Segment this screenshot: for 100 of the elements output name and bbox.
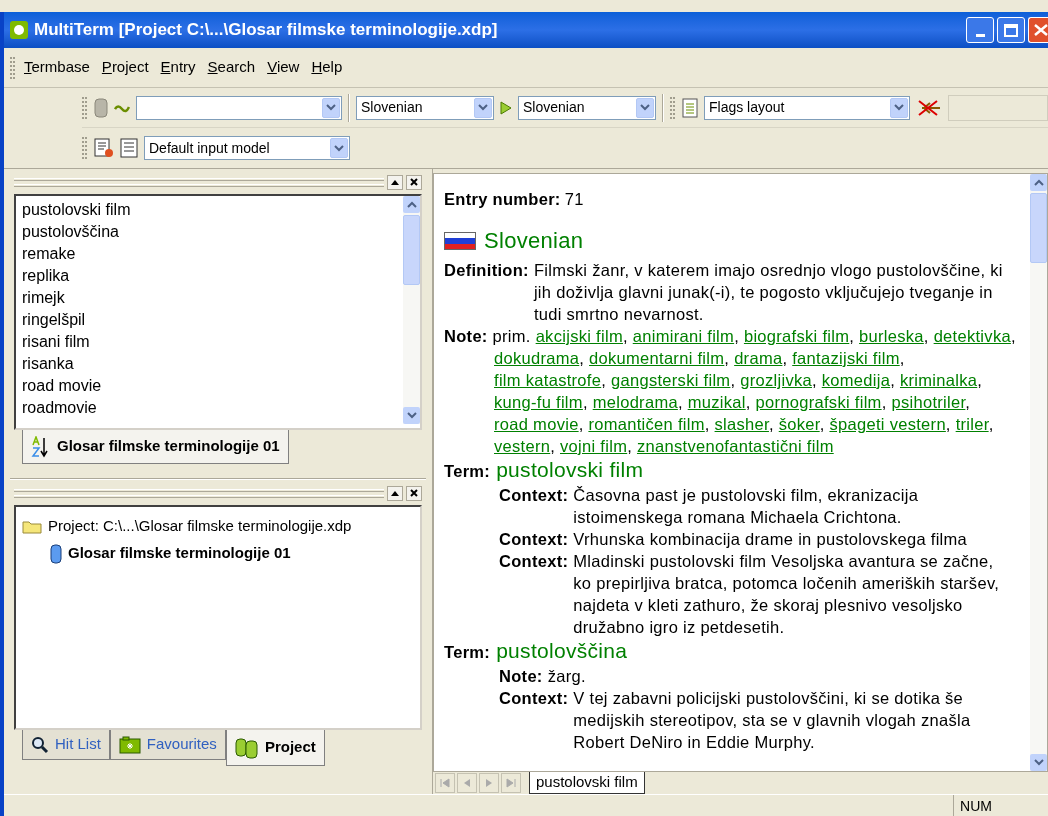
term-list-item[interactable]: risani film [22,330,403,352]
toolbar-grip-icon [10,54,16,81]
field-label: Context: [499,687,570,709]
cross-reference-link[interactable]: vestern [494,437,551,455]
term-list-item[interactable]: remake [22,242,403,264]
term-list-item[interactable]: roadmovie [22,396,403,418]
cross-reference-link[interactable]: šoker [778,415,820,433]
cross-reference-link[interactable]: animirani film [632,327,735,345]
term-list-item[interactable]: road movie [22,374,403,396]
cross-reference-link[interactable]: road movie [494,415,579,433]
cross-reference-link[interactable]: dokudrama [494,349,580,367]
target-language-dropdown[interactable]: Slovenian [518,95,656,120]
close-icon [1033,23,1048,37]
panel-tab[interactable]: Favourites [109,730,226,760]
cross-reference-link[interactable]: psihotriler [891,393,966,411]
scrollbar[interactable] [1030,174,1047,771]
entry-number: 71 [564,190,584,208]
field-label: Context: [499,528,570,550]
close-icon [410,489,418,497]
layout-dropdown[interactable]: Flags layout [704,95,910,120]
scroll-thumb[interactable] [1030,193,1047,263]
maximize-button[interactable] [997,17,1025,43]
menu-item[interactable]: Search [203,56,260,79]
menu-item[interactable]: Termbase [20,56,94,79]
field-text: žarg. [547,665,587,687]
term-list-item[interactable]: risanka [22,352,403,374]
menu-item[interactable]: Entry [156,56,200,79]
cross-reference-link[interactable]: kung-fu film [494,393,583,411]
term-list-item[interactable]: ringelšpil [22,308,403,330]
entry-number-label: Entry number: [444,190,562,208]
term-list-item[interactable]: rimejk [22,286,403,308]
cross-reference-link[interactable]: dokumentarni film [589,349,725,367]
field-label: Context: [499,484,570,506]
cross-reference-link[interactable]: film katastrofe [494,371,602,389]
scrollbar[interactable] [403,196,420,424]
field-text: Vrhunska kombinacija drame in pustolovskega filma [573,528,969,550]
term-heading: pustolovščina [496,637,628,664]
term-list-item[interactable]: pustolovščina [22,220,403,242]
cross-reference-link[interactable]: burleska [859,327,924,345]
database-icon [94,97,108,118]
cross-reference-link[interactable]: biografski film [743,327,850,345]
tree-item[interactable]: Glosar filmske terminologije 01 [68,542,291,565]
close-button[interactable] [406,485,422,501]
cross-reference-link[interactable]: romantičen film [588,415,705,433]
cross-reference-link[interactable]: triler [955,415,989,433]
collapse-button[interactable] [387,174,403,190]
cross-reference-link[interactable]: pornografski film [755,393,882,411]
panel-tab[interactable]: Hit List [22,730,110,760]
tree-item[interactable]: Project: C:\...\Glosar filmske terminologije.xdp [48,515,352,538]
scroll-up-icon[interactable] [1033,179,1044,186]
field-label: Term: [444,641,491,663]
num-lock-indicator: NUM [953,795,998,816]
termbase-tab[interactable]: Glosar filmske terminologije 01 [22,430,289,464]
field-text: Mladinski pustolovski film Vesoljska avantura se začne, ko prepirljiva bratca, potomca ločenih ameriških staršev, najdeta v kleti zathuro, že skoraj plesnivo vesoljsko družabno igro iz petdesetih. [573,550,1001,638]
cross-reference-link[interactable]: drama [734,349,783,367]
cross-reference-link[interactable]: vojni film [560,437,628,455]
edit-document-icon[interactable] [94,138,114,158]
cross-reference-link[interactable]: fantazijski film [792,349,900,367]
first-arrow-icon [440,778,450,788]
play-icon[interactable] [500,100,512,115]
input-model-dropdown[interactable]: Default input model [144,136,350,160]
cross-reference-link[interactable]: detektivka [933,327,1011,345]
source-language-dropdown[interactable]: Slovenian [356,95,494,120]
scroll-down-icon[interactable] [406,412,417,419]
cross-reference-link[interactable]: gangsterski film [611,371,731,389]
menu-item[interactable]: Project [97,56,153,79]
cross-reference-link[interactable]: slasher [714,415,769,433]
scroll-up-icon[interactable] [406,201,417,208]
termbases-icon [234,736,259,759]
document-icon [682,97,698,118]
entry-tab[interactable]: pustolovski film [529,772,645,794]
term-list-item[interactable]: replika [22,264,403,286]
cross-reference-link[interactable]: kriminalka [899,371,978,389]
term-list-item[interactable]: pustolovski film [22,198,403,220]
cross-reference-link[interactable]: akcijski film [535,327,623,345]
menu-item[interactable]: Help [307,56,347,79]
next-arrow-icon [484,778,494,788]
panel-tab[interactable]: Project [225,730,325,766]
wave-icon [114,102,130,113]
cross-reference-link[interactable]: melodrama [592,393,678,411]
cross-reference-link[interactable]: znanstvenofantastični film [636,437,834,455]
search-field[interactable] [136,95,342,120]
minimize-button[interactable] [966,17,994,43]
field-text: Filmski žanr, v katerem imajo osrednjo vlogo pustolovščine, ki jih doživlja glavni junak(-i), te pogosto vključujejo tveganje in tudi smrtno nevarnost. [533,260,1004,325]
field-text: Časovna past je pustolovski film, ekranizacija istoimenskega romana Michaela Crichtona. [573,484,920,528]
app-icon [10,21,28,39]
collapse-button[interactable] [387,485,403,501]
scroll-thumb[interactable] [403,215,420,285]
last-arrow-icon [506,778,516,788]
cross-reference-link[interactable]: špageti vestern [829,415,946,433]
scroll-down-icon[interactable] [1033,759,1044,766]
language-heading: Slovenian [484,227,584,255]
close-button[interactable] [406,174,422,190]
cross-reference-link[interactable]: komedija [821,371,891,389]
menu-item[interactable]: View [263,56,304,79]
form-icon[interactable] [120,138,138,158]
magnifier-icon [31,735,49,754]
cross-reference-link[interactable]: muzikal [687,393,746,411]
cross-reference-link[interactable]: grozljivka [740,371,812,389]
previous-arrow-icon [462,778,472,788]
